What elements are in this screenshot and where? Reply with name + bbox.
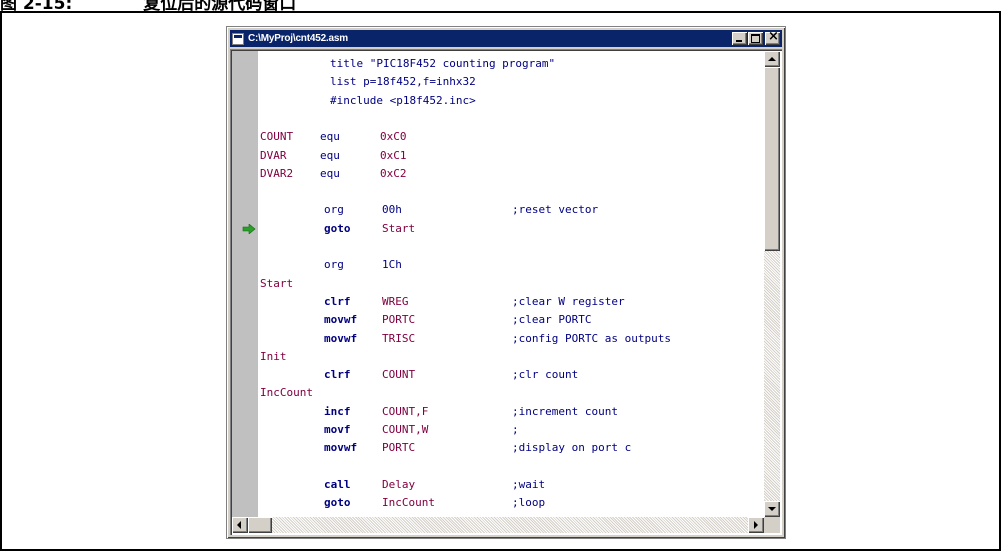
code-opcode: org (324, 258, 344, 272)
horizontal-scrollbar[interactable] (232, 517, 764, 533)
code-opcode: org (324, 203, 344, 217)
title-buttons (731, 29, 780, 45)
code-opcode: equ (320, 148, 340, 162)
code-opcode: movwf (324, 313, 358, 327)
code-label: Start (260, 276, 294, 290)
document-icon[interactable] (232, 32, 244, 45)
code-comment: ;clear W register (512, 294, 625, 308)
code-operand: Delay (382, 477, 416, 491)
code-opcode: movf (324, 423, 351, 436)
code-operand: 1Ch (382, 258, 402, 272)
scroll-corner (764, 517, 780, 533)
vertical-scroll-thumb[interactable] (764, 67, 780, 251)
code-operand: PORTC (382, 313, 416, 327)
code-comment: ;config PORTC as outputs (512, 331, 671, 345)
title-bar[interactable]: C:\MyProj\cnt452.asm (230, 29, 782, 47)
scroll-up-button[interactable] (764, 51, 780, 67)
code-comment: ;increment count (512, 404, 618, 418)
code-label: DVAR2 (260, 166, 294, 180)
code-operand: PORTC (382, 441, 416, 455)
window-title: C:\MyProj\cnt452.asm (248, 33, 348, 44)
source-code-area[interactable]: title "PIC18F452 counting program" list p… (258, 51, 764, 517)
code-opcode: equ (320, 130, 340, 144)
code-opcode: clrf (324, 294, 351, 308)
breakpoint-gutter[interactable] (232, 51, 258, 517)
code-comment: ; (512, 423, 519, 436)
code-comment: ;clr count (512, 368, 579, 382)
code-label: IncCount (260, 386, 313, 400)
code-operand: 0xC1 (380, 148, 407, 162)
scroll-down-button[interactable] (764, 501, 780, 517)
code-comment: ;display on port c (512, 441, 632, 455)
editor-client: title "PIC18F452 counting program" list p… (230, 49, 782, 535)
code-directive: list p=18f452,f=inhx32 (330, 75, 476, 89)
code-label: Init (260, 349, 287, 363)
scroll-left-button[interactable] (232, 517, 248, 533)
code-opcode: goto (324, 221, 351, 235)
code-label: DVAR (260, 148, 287, 162)
code-operand: COUNT,F (382, 404, 429, 418)
horizontal-scroll-thumb[interactable] (248, 517, 272, 533)
code-operand: 0xC0 (380, 130, 407, 144)
code-operand: COUNT,W (382, 423, 429, 436)
code-opcode: equ (320, 166, 340, 180)
code-opcode: incf (324, 404, 351, 418)
code-opcode: clrf (324, 368, 351, 382)
code-operand: Start (382, 221, 416, 235)
code-opcode: movwf (324, 331, 358, 345)
minimize-button[interactable] (732, 32, 747, 45)
maximize-button[interactable] (748, 32, 763, 45)
code-opcode: goto (324, 496, 351, 510)
code-operand: IncCount (382, 496, 435, 510)
code-comment: ;clear PORTC (512, 313, 592, 327)
code-directive: #include <p18f452.inc> (330, 93, 476, 107)
code-label: COUNT (260, 130, 294, 144)
code-opcode: movwf (324, 441, 358, 455)
code-operand: TRISC (382, 331, 416, 345)
vertical-scrollbar[interactable] (764, 51, 780, 517)
code-operand: COUNT (382, 368, 416, 382)
scroll-right-button[interactable] (748, 517, 764, 533)
green-arrow-icon (242, 223, 256, 234)
code-operand: 0xC2 (380, 166, 407, 180)
code-directive: title "PIC18F452 counting program" (330, 57, 556, 70)
code-operand: 00h (382, 203, 402, 217)
close-button[interactable] (765, 29, 780, 45)
code-operand: WREG (382, 294, 409, 308)
code-comment: ;loop (512, 496, 546, 510)
code-comment: ;reset vector (512, 203, 599, 217)
code-comment: ;wait (512, 477, 546, 491)
code-opcode: call (324, 477, 351, 491)
source-window[interactable]: C:\MyProj\cnt452.asm title "PIC18F452 co… (226, 26, 786, 539)
